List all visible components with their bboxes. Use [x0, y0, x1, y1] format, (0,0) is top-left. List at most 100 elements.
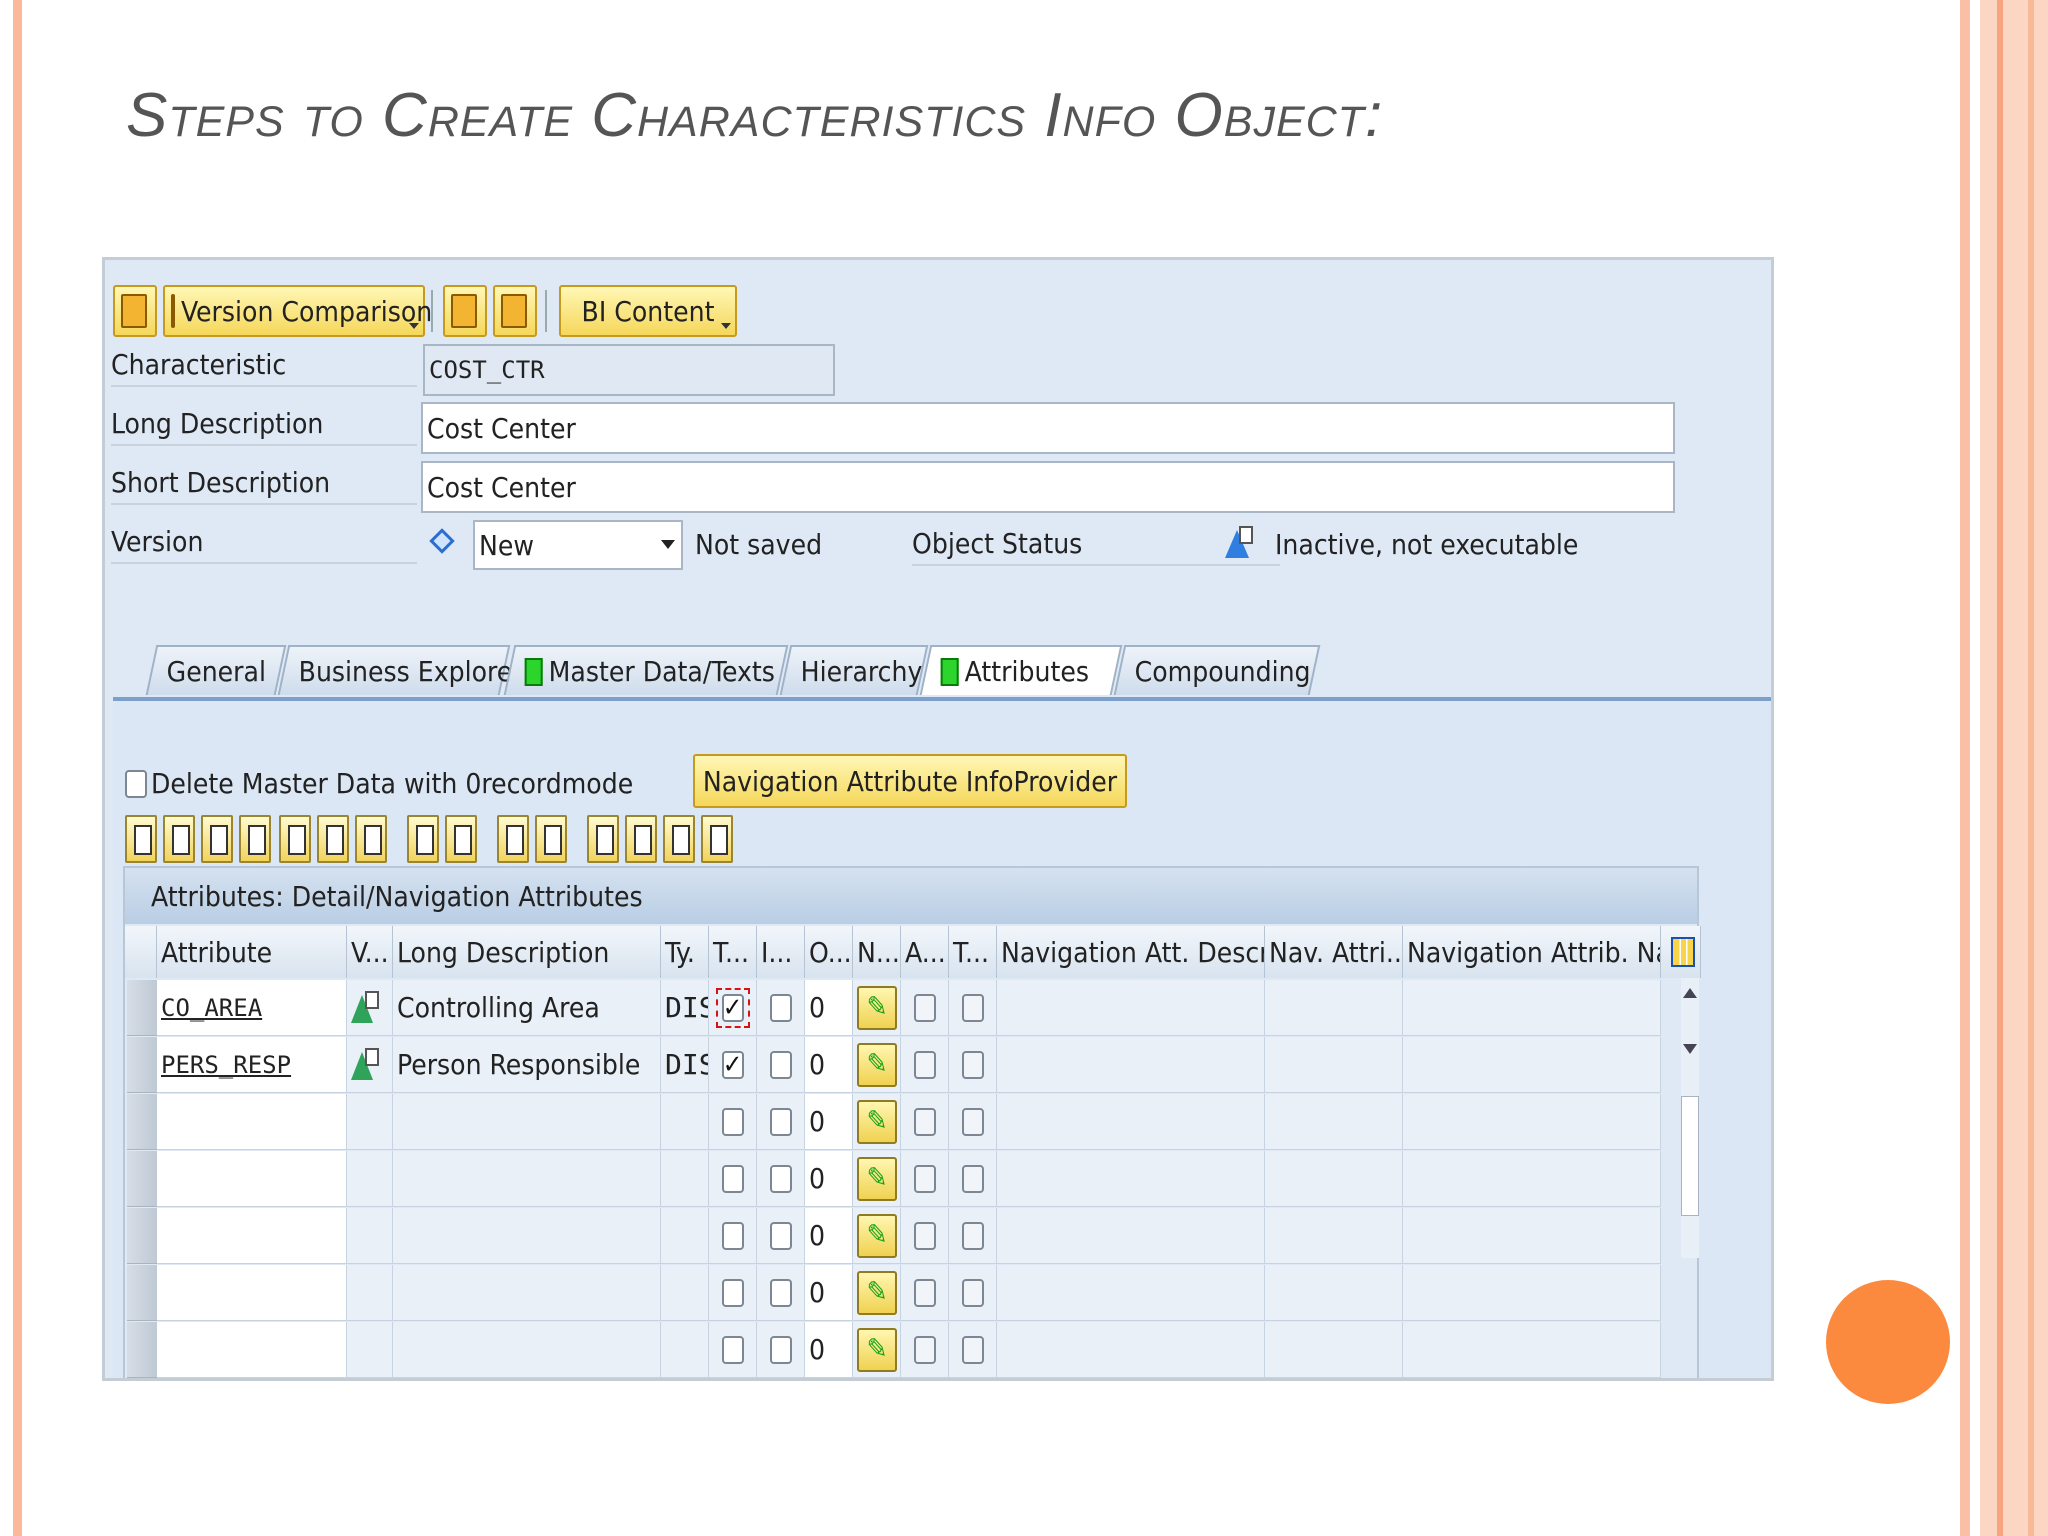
navigation-attribute-toggle-icon[interactable]: [856, 1270, 897, 1315]
order-cell[interactable]: 0: [805, 980, 853, 1036]
long-description-input[interactable]: Cost Center: [421, 402, 1675, 454]
tab-business-explorer[interactable]: Business Explorer: [277, 645, 523, 695]
column-header[interactable]: N...: [853, 926, 901, 978]
row-selector[interactable]: [127, 1151, 157, 1207]
select-block-icon[interactable]: [317, 815, 349, 863]
move-down-icon[interactable]: [663, 815, 695, 863]
transport-button[interactable]: [443, 285, 487, 337]
move-top-icon[interactable]: [587, 815, 619, 863]
row-selector[interactable]: [127, 980, 157, 1036]
tab-compounding[interactable]: Compounding: [1113, 645, 1321, 695]
column-settings-button[interactable]: [1661, 926, 1701, 978]
attribute-name[interactable]: PERS_RESP: [161, 1051, 291, 1079]
flag-checkbox[interactable]: [961, 1221, 984, 1250]
flag-checkbox[interactable]: [961, 1107, 984, 1136]
delete-master-data-checkbox-row[interactable]: Delete Master Data with 0recordmode: [125, 767, 633, 800]
flag-checkbox[interactable]: [961, 1164, 984, 1193]
column-header[interactable]: O...: [805, 926, 853, 978]
version-comparison-button[interactable]: Version Comparison: [163, 285, 432, 337]
move-bottom-icon[interactable]: [701, 815, 733, 863]
navigation-attribute-toggle-icon[interactable]: [856, 1327, 897, 1372]
bi-content-button[interactable]: BI Content: [559, 285, 737, 337]
order-cell[interactable]: 0: [805, 1094, 853, 1150]
insert-row-icon[interactable]: [497, 815, 529, 863]
flag-checkbox[interactable]: [913, 993, 936, 1022]
tab-master-data-texts[interactable]: Master Data/Texts: [503, 645, 789, 695]
delete-master-data-checkbox[interactable]: [125, 769, 147, 798]
column-header[interactable]: Attribute: [157, 926, 347, 978]
order-cell[interactable]: 0: [805, 1265, 853, 1321]
copy-icon[interactable]: [445, 815, 477, 863]
attribute-cell[interactable]: [157, 1151, 347, 1207]
attribute-cell[interactable]: PERS_RESP: [157, 1037, 347, 1093]
flag-checkbox[interactable]: [961, 1050, 984, 1079]
attribute-cell[interactable]: CO_AREA: [157, 980, 347, 1036]
column-header[interactable]: I...: [757, 926, 805, 978]
flag-checkbox[interactable]: [913, 1050, 936, 1079]
flag-checkbox[interactable]: [913, 1107, 936, 1136]
flag-checkbox[interactable]: [769, 1107, 792, 1136]
row-selector[interactable]: [127, 1037, 157, 1093]
column-header[interactable]: V...: [347, 926, 393, 978]
find-next-icon[interactable]: [239, 815, 271, 863]
text-flag-checkbox[interactable]: [721, 1278, 744, 1307]
navigation-attribute-toggle-icon[interactable]: [856, 1213, 897, 1258]
deselect-all-icon[interactable]: [355, 815, 387, 863]
version-select[interactable]: New: [473, 520, 683, 570]
tab-general[interactable]: General: [145, 645, 287, 695]
new-document-icon[interactable]: [163, 815, 195, 863]
details-icon[interactable]: [125, 815, 157, 863]
text-flag-checkbox[interactable]: [721, 1335, 744, 1364]
navigation-attribute-toggle-icon[interactable]: [856, 1156, 897, 1201]
text-flag-checkbox[interactable]: ✓: [721, 1050, 744, 1079]
flag-checkbox[interactable]: [913, 1221, 936, 1250]
attribute-cell[interactable]: [157, 1094, 347, 1150]
order-cell[interactable]: 0: [805, 1208, 853, 1264]
text-flag-checkbox[interactable]: [721, 1164, 744, 1193]
scroll-down-icon[interactable]: [1683, 1044, 1697, 1054]
flag-checkbox[interactable]: [961, 993, 984, 1022]
flag-checkbox[interactable]: [769, 1164, 792, 1193]
flag-checkbox[interactable]: [913, 1164, 936, 1193]
flag-checkbox[interactable]: [769, 993, 792, 1022]
flag-checkbox[interactable]: [769, 1050, 792, 1079]
find-icon[interactable]: [201, 815, 233, 863]
cut-icon[interactable]: [407, 815, 439, 863]
delete-trash-icon[interactable]: [535, 815, 567, 863]
short-description-input[interactable]: Cost Center: [421, 461, 1675, 513]
order-cell[interactable]: 0: [805, 1037, 853, 1093]
row-selector[interactable]: [127, 1094, 157, 1150]
navigation-attribute-toggle-icon[interactable]: [856, 985, 897, 1030]
tab-attributes[interactable]: Attributes: [919, 645, 1123, 695]
column-header[interactable]: Nav. Attri...: [1265, 926, 1403, 978]
select-all-icon[interactable]: [279, 815, 311, 863]
flag-checkbox[interactable]: [769, 1278, 792, 1307]
row-selector[interactable]: [127, 1265, 157, 1321]
scroll-thumb[interactable]: [1681, 1096, 1699, 1216]
flag-checkbox[interactable]: [913, 1335, 936, 1364]
move-up-icon[interactable]: [625, 815, 657, 863]
column-header[interactable]: T...: [709, 926, 757, 978]
column-header[interactable]: T...: [949, 926, 997, 978]
vertical-scrollbar[interactable]: [1681, 978, 1699, 1258]
flag-checkbox[interactable]: [769, 1335, 792, 1364]
order-cell[interactable]: 0: [805, 1151, 853, 1207]
row-selector[interactable]: [127, 1208, 157, 1264]
text-flag-checkbox[interactable]: [721, 1221, 744, 1250]
tab-hierarchy[interactable]: Hierarchy: [779, 645, 929, 695]
flag-checkbox[interactable]: [961, 1335, 984, 1364]
attribute-cell[interactable]: [157, 1208, 347, 1264]
row-selector[interactable]: [127, 1322, 157, 1378]
scroll-up-icon[interactable]: [1683, 988, 1697, 998]
flag-checkbox[interactable]: [913, 1278, 936, 1307]
column-header[interactable]: Navigation Att. Descrip...: [997, 926, 1265, 978]
column-header[interactable]: Ty.: [661, 926, 709, 978]
text-flag-checkbox[interactable]: [721, 1107, 744, 1136]
column-header[interactable]: A...: [901, 926, 949, 978]
navigation-attribute-toggle-icon[interactable]: [856, 1042, 897, 1087]
where-used-button[interactable]: [493, 285, 537, 337]
text-flag-checkbox[interactable]: ✓: [721, 993, 744, 1022]
column-header[interactable]: Long Description: [393, 926, 661, 978]
flag-checkbox[interactable]: [961, 1278, 984, 1307]
column-header[interactable]: Navigation Attrib. Name: [1403, 926, 1661, 978]
